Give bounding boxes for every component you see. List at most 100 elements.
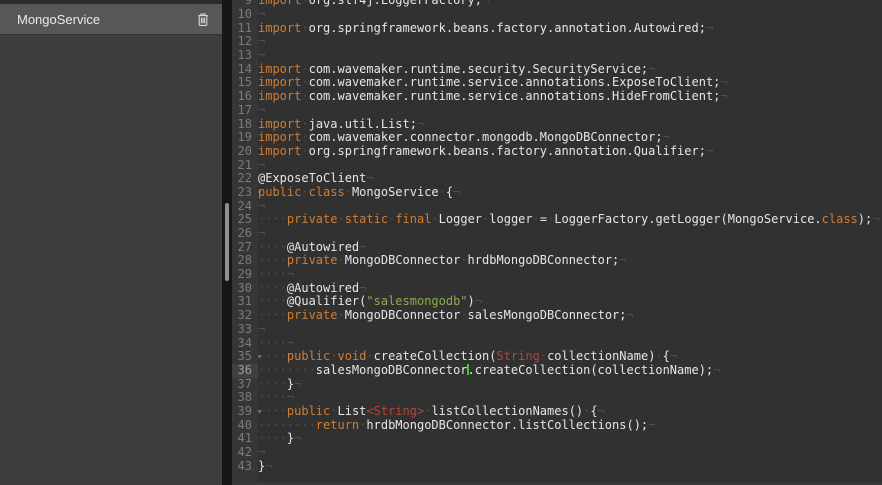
newline-marker: ¬ [706, 144, 713, 158]
code-area[interactable]: import·org.slf4j.LoggerFactory;¬¬import·… [258, 0, 882, 473]
code-line: ····private·static·final·Logger·logger·=… [258, 213, 882, 227]
code-line: ····}¬ [258, 432, 882, 446]
line-number[interactable]: 37 [232, 378, 258, 392]
newline-marker: ¬ [598, 404, 605, 418]
newline-marker: ¬ [453, 185, 460, 199]
code-line: import·org.slf4j.LoggerFactory;¬ [258, 0, 882, 8]
code-line: ····¬ [258, 391, 882, 405]
line-number[interactable]: 24 [232, 200, 258, 214]
newline-marker: ¬ [287, 336, 294, 350]
line-number[interactable]: 23▾ [232, 186, 258, 200]
sidebar-item-mongoservice[interactable]: MongoService [0, 4, 222, 35]
newline-marker: ¬ [258, 48, 265, 62]
code-line: import·org.springframework.beans.factory… [258, 22, 882, 36]
line-number[interactable]: 12 [232, 35, 258, 49]
line-number[interactable]: 13 [232, 49, 258, 63]
line-number[interactable]: 18 [232, 118, 258, 132]
code-line: ¬ [258, 104, 882, 118]
code-line: ····public·void·createCollection(String·… [258, 350, 882, 364]
code-line: ····¬ [258, 337, 882, 351]
line-number[interactable]: 26 [232, 227, 258, 241]
code-line: public·class·MongoService·{¬ [258, 186, 882, 200]
line-number[interactable]: 40 [232, 419, 258, 433]
line-number[interactable]: 22 [232, 172, 258, 186]
newline-marker: ¬ [706, 21, 713, 35]
line-number[interactable]: 17 [232, 104, 258, 118]
delete-service-button[interactable] [194, 10, 212, 28]
newline-marker: ¬ [648, 62, 655, 76]
code-line: }¬ [258, 460, 882, 474]
newline-marker: ¬ [258, 103, 265, 117]
line-number[interactable]: 34 [232, 337, 258, 351]
code-line: import·com.wavemaker.connector.mongodb.M… [258, 131, 882, 145]
code-line: ········salesMongoDBConnector.createColl… [258, 364, 882, 378]
code-line: ¬ [258, 227, 882, 241]
newline-marker: ¬ [720, 75, 727, 89]
code-line: @ExposeToClient¬ [258, 172, 882, 186]
code-line: ····¬ [258, 268, 882, 282]
code-line: ¬ [258, 323, 882, 337]
line-number[interactable]: 19 [232, 131, 258, 145]
line-number[interactable]: 38 [232, 391, 258, 405]
sidebar-scrollbar-track[interactable] [222, 0, 232, 485]
line-number[interactable]: 27 [232, 241, 258, 255]
newline-marker: ¬ [366, 171, 373, 185]
line-number[interactable]: 20 [232, 145, 258, 159]
line-number[interactable]: 32 [232, 309, 258, 323]
newline-marker: ¬ [872, 212, 879, 226]
line-number[interactable]: 14 [232, 63, 258, 77]
line-number[interactable]: 11 [232, 22, 258, 36]
newline-marker: ¬ [648, 418, 655, 432]
newline-marker: ¬ [294, 431, 301, 445]
newline-marker: ¬ [475, 294, 482, 308]
code-line: ¬ [258, 446, 882, 460]
newline-marker: ¬ [713, 363, 720, 377]
line-number[interactable]: 21 [232, 159, 258, 173]
line-number[interactable]: 39▾ [232, 405, 258, 419]
newline-marker: ¬ [258, 158, 265, 172]
line-number[interactable]: 16 [232, 90, 258, 104]
line-number[interactable]: 41 [232, 432, 258, 446]
code-line: ¬ [258, 49, 882, 63]
newline-marker: ¬ [359, 281, 366, 295]
newline-marker: ¬ [258, 322, 265, 336]
line-number[interactable]: 42 [232, 446, 258, 460]
sidebar-scrollbar-thumb[interactable] [225, 203, 229, 281]
line-number[interactable]: 35▾ [232, 350, 258, 364]
code-line: import·com.wavemaker.runtime.service.ann… [258, 90, 882, 104]
code-line: import·com.wavemaker.runtime.service.ann… [258, 76, 882, 90]
service-name-label: MongoService [17, 12, 194, 27]
line-number[interactable]: 31 [232, 295, 258, 309]
newline-marker: ¬ [619, 253, 626, 267]
line-number[interactable]: 29 [232, 268, 258, 282]
line-number[interactable]: 36 [232, 364, 258, 378]
code-line: ········return·hrdbMongoDBConnector.list… [258, 419, 882, 433]
code-line: ····private·MongoDBConnector·hrdbMongoDB… [258, 254, 882, 268]
newline-marker: ¬ [287, 390, 294, 404]
newline-marker: ¬ [258, 7, 265, 21]
line-number[interactable]: 43 [232, 460, 258, 474]
code-line: ····}¬ [258, 378, 882, 392]
newline-marker: ¬ [663, 130, 670, 144]
newline-marker: ¬ [258, 445, 265, 459]
line-number[interactable]: 10 [232, 8, 258, 22]
newline-marker: ¬ [417, 117, 424, 131]
services-sidebar: MongoService [0, 0, 222, 485]
line-number-gutter[interactable]: 91011121314151617181920212223▾2425262728… [232, 0, 258, 473]
code-line: ····public·List<String>·listCollectionNa… [258, 405, 882, 419]
code-line: ····@Qualifier("salesmongodb")¬ [258, 295, 882, 309]
newline-marker: ¬ [294, 377, 301, 391]
code-line: ····private·MongoDBConnector·salesMongoD… [258, 309, 882, 323]
java-code-editor[interactable]: 91011121314151617181920212223▾2425262728… [232, 0, 882, 485]
line-number[interactable]: 25 [232, 213, 258, 227]
code-line: ¬ [258, 200, 882, 214]
newline-marker: ¬ [265, 459, 272, 473]
code-line: ¬ [258, 159, 882, 173]
line-number[interactable]: 33 [232, 323, 258, 337]
line-number[interactable]: 30 [232, 282, 258, 296]
newline-marker: ¬ [258, 226, 265, 240]
line-number[interactable]: 28 [232, 254, 258, 268]
code-line: import·org.springframework.beans.factory… [258, 145, 882, 159]
line-number[interactable]: 15 [232, 76, 258, 90]
newline-marker: ¬ [720, 89, 727, 103]
